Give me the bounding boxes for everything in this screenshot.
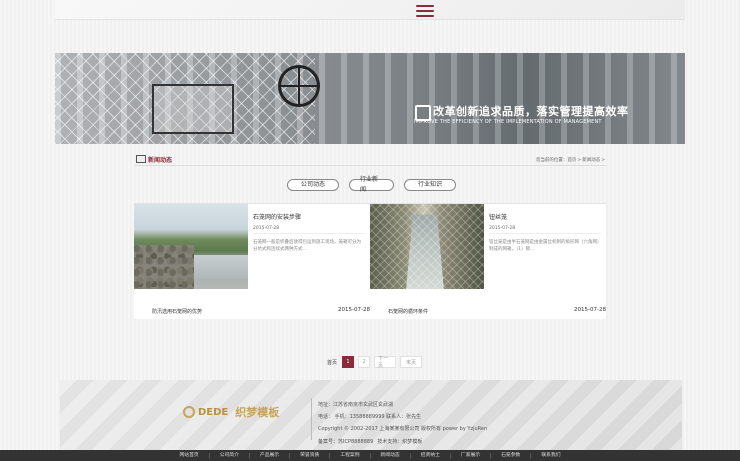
banner-title: 改革创新追求品质，落实管理提高效率 (433, 105, 629, 118)
news-excerpt: 石笼网一般是折叠后放得包运到施工现场。笼箱可分为分坑式和连续式两种方式... (253, 233, 365, 253)
footer-brand-cn: 织梦模板 (235, 406, 280, 419)
footer-icp-row: 备案号：苏ICP8888889 技术支持：织梦模板 (318, 436, 487, 448)
footer-logo[interactable]: DEDE 织梦模板 (183, 404, 279, 420)
dede-logo-icon (183, 406, 195, 418)
pagination-last[interactable]: 末页 (400, 356, 423, 368)
news-title-link[interactable]: 钮丝笼 (489, 212, 507, 221)
breadcrumb-prefix: 您当前的位置： (535, 158, 568, 163)
news-category-tabs: 公司动态 行业新闻 行业知识 (287, 176, 456, 193)
hero-banner: 改革创新追求品质，落实管理提高效率 IMPROVE THE EFFICIENCY… (55, 53, 685, 144)
pagination-first[interactable]: 首页 (326, 356, 338, 368)
tab-industry-knowledge[interactable]: 行业知识 (404, 179, 456, 191)
footer-support: 技术支持：织梦模板 (377, 438, 423, 445)
bottom-nav-about[interactable]: 公司简介 (210, 452, 250, 459)
breadcrumb-home-link[interactable]: 首页 (567, 158, 576, 163)
pagination-next[interactable]: 下一页 (374, 356, 397, 369)
news-excerpt: 钮丝笼是由半石笼网是由金属丝机制的角形网（六角网）制成的网箱，（1）镀... (489, 233, 601, 252)
image-icon (136, 155, 146, 163)
bottom-nav-home[interactable]: 网站首页 (169, 452, 210, 459)
breadcrumb-separator: > (601, 158, 605, 163)
thumbnail-rocks (134, 245, 194, 289)
footer-divider (311, 398, 312, 440)
bottom-nav-jobs[interactable]: 招贤纳士 (411, 452, 451, 459)
news-date: 2015-07-28 (489, 226, 516, 231)
pagination-page-2[interactable]: 2 (358, 356, 371, 368)
footer-brand: DEDE (198, 406, 229, 418)
footer-address: 地址：江苏省南京市玄武区玄武湖 (318, 402, 394, 408)
hamburger-menu-icon[interactable] (416, 5, 434, 17)
footer-phone: 电话： 手机：13588889999 联系人：张先生 (318, 414, 422, 421)
news-thumbnail[interactable] (134, 204, 248, 289)
section-title: 新闻动态 (148, 157, 173, 164)
site-header (55, 0, 685, 20)
news-footer-link[interactable]: 防汛选用石笼网的优势 (152, 308, 202, 315)
tab-industry-news[interactable]: 行业新闻 (349, 176, 394, 193)
thumbnail-water (188, 255, 248, 279)
bottom-nav: 网站首页 公司简介 产品展示 荣誉资质 工程案例 新闻动态 招贤纳士 厂家展示 … (0, 450, 740, 461)
news-date: 2015-07-28 (253, 226, 280, 231)
news-thumbnail[interactable] (370, 204, 484, 289)
bottom-nav-manufacturers[interactable]: 厂家展示 (451, 452, 492, 459)
pagination-page-1[interactable]: 1 (342, 356, 355, 368)
breadcrumb-separator: > (577, 158, 582, 163)
tab-company-news[interactable]: 公司动态 (287, 179, 339, 191)
bottom-nav-cases[interactable]: 工程案例 (330, 452, 371, 459)
footer-info: 地址：江苏省南京市玄武区玄武湖 电话： 手机：13588889999 联系人：张… (318, 399, 487, 448)
footer-copyright: Copyright © 2002-2017 上海某某有限公司 版权所有 powe… (318, 426, 488, 433)
banner-gabion-box (152, 84, 234, 134)
bottom-nav-products[interactable]: 产品展示 (250, 452, 291, 459)
thumbnail-gabion-pattern (370, 204, 484, 289)
news-card[interactable]: 石笼网的安装步骤 2015-07-28 石笼网一般是折叠后放得包运到施工现场。笼… (134, 203, 370, 319)
banner-crosshair-icon (278, 65, 320, 107)
footer-icp: 备案号：苏ICP8888889 (318, 438, 374, 445)
bottom-nav-honors[interactable]: 荣誉资质 (290, 452, 331, 459)
news-footer-date: 2015-07-28 (574, 307, 606, 313)
bottom-nav-news[interactable]: 新闻动态 (371, 452, 411, 459)
news-card[interactable]: 钮丝笼 2015-07-28 钮丝笼是由半石笼网是由金属丝机制的角形网（六角网）… (370, 203, 606, 319)
pagination: 首页 1 2 下一页 末页 (326, 356, 423, 369)
bottom-nav-contact[interactable]: 联系我们 (531, 453, 570, 459)
breadcrumb-current-link[interactable]: 新闻动态 (582, 158, 600, 163)
breadcrumb: 您当前的位置：首页>新闻动态> (536, 157, 606, 163)
site-footer: DEDE 织梦模板 地址：江苏省南京市玄武区玄武湖 电话： 手机：1358888… (60, 380, 682, 450)
section-header: 新闻动态 您当前的位置：首页>新闻动态> (135, 153, 606, 166)
bottom-nav-parameters[interactable]: 石笼参数 (491, 452, 532, 459)
banner-subtitle: IMPROVE THE EFFICIENCY OF THE IMPLEMENTA… (414, 119, 602, 125)
news-footer-date: 2015-07-28 (338, 307, 370, 313)
news-footer-link[interactable]: 石笼网的循环条件 (388, 308, 428, 315)
news-title-link[interactable]: 石笼网的安装步骤 (253, 212, 301, 221)
